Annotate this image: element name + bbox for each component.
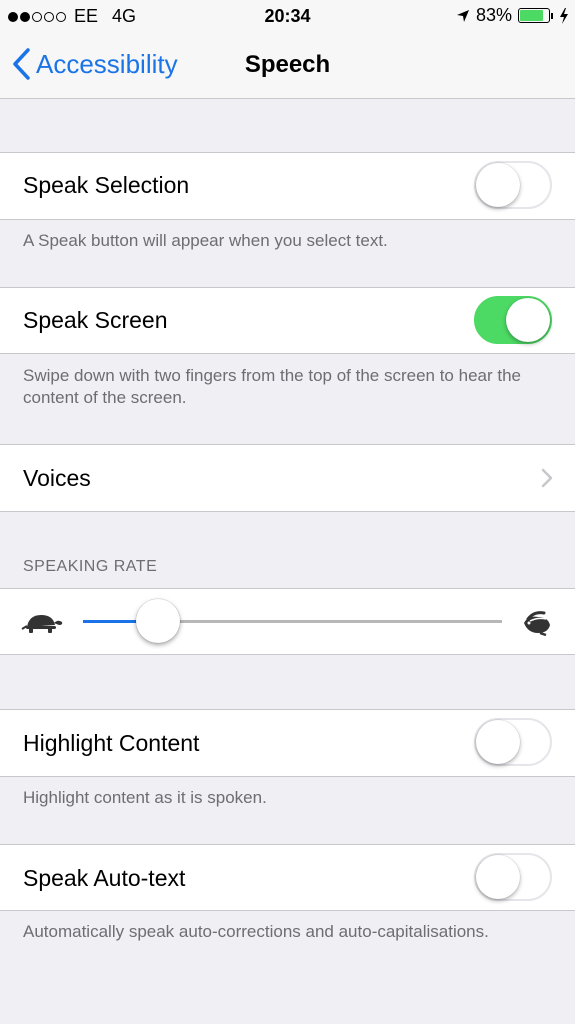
navigation-bar: Accessibility Speech bbox=[0, 34, 575, 99]
highlight-content-footer: Highlight content as it is spoken. bbox=[23, 788, 267, 807]
switch-knob bbox=[476, 163, 520, 207]
speak-selection-switch[interactable] bbox=[474, 161, 552, 209]
status-bar: EE 4G 20:34 83% bbox=[0, 0, 575, 34]
voices-row[interactable]: Voices bbox=[0, 444, 575, 512]
speak-screen-label: Speak Screen bbox=[23, 307, 168, 333]
speak-selection-label: Speak Selection bbox=[23, 172, 190, 198]
tortoise-icon bbox=[21, 615, 63, 633]
speaking-rate-header: SPEAKING RATE bbox=[23, 558, 158, 575]
location-arrow-icon bbox=[456, 9, 469, 22]
speak-auto-text-row: Speak Auto-text bbox=[0, 844, 575, 911]
switch-knob bbox=[476, 720, 520, 764]
speak-auto-text-footer: Automatically speak auto-corrections and… bbox=[23, 922, 489, 941]
hare-icon bbox=[524, 611, 550, 637]
battery-icon bbox=[518, 8, 553, 23]
page-title: Speech bbox=[244, 51, 331, 78]
speak-auto-text-switch[interactable] bbox=[474, 853, 552, 901]
status-right: 83% bbox=[456, 5, 569, 26]
speak-screen-row: Speak Screen bbox=[0, 287, 575, 354]
chevron-right-icon bbox=[541, 468, 553, 488]
speak-selection-footer: A Speak button will appear when you sele… bbox=[23, 231, 388, 250]
battery-percent: 83% bbox=[475, 5, 512, 25]
battery-level-fill bbox=[520, 10, 544, 21]
charging-bolt-icon bbox=[560, 7, 568, 24]
speaking-rate-row bbox=[0, 588, 575, 655]
highlight-content-label: Highlight Content bbox=[23, 730, 200, 756]
voices-label: Voices bbox=[23, 465, 91, 491]
highlight-content-row: Highlight Content bbox=[0, 709, 575, 777]
switch-knob bbox=[506, 298, 550, 342]
speak-selection-row: Speak Selection bbox=[0, 152, 575, 220]
speaking-rate-slider-thumb[interactable] bbox=[136, 599, 181, 643]
speak-screen-footer: Swipe down with two fingers from the top… bbox=[23, 366, 521, 407]
speak-auto-text-label: Speak Auto-text bbox=[23, 865, 186, 891]
switch-knob bbox=[476, 855, 520, 899]
speak-screen-switch[interactable] bbox=[474, 296, 552, 344]
highlight-content-switch[interactable] bbox=[474, 718, 552, 766]
